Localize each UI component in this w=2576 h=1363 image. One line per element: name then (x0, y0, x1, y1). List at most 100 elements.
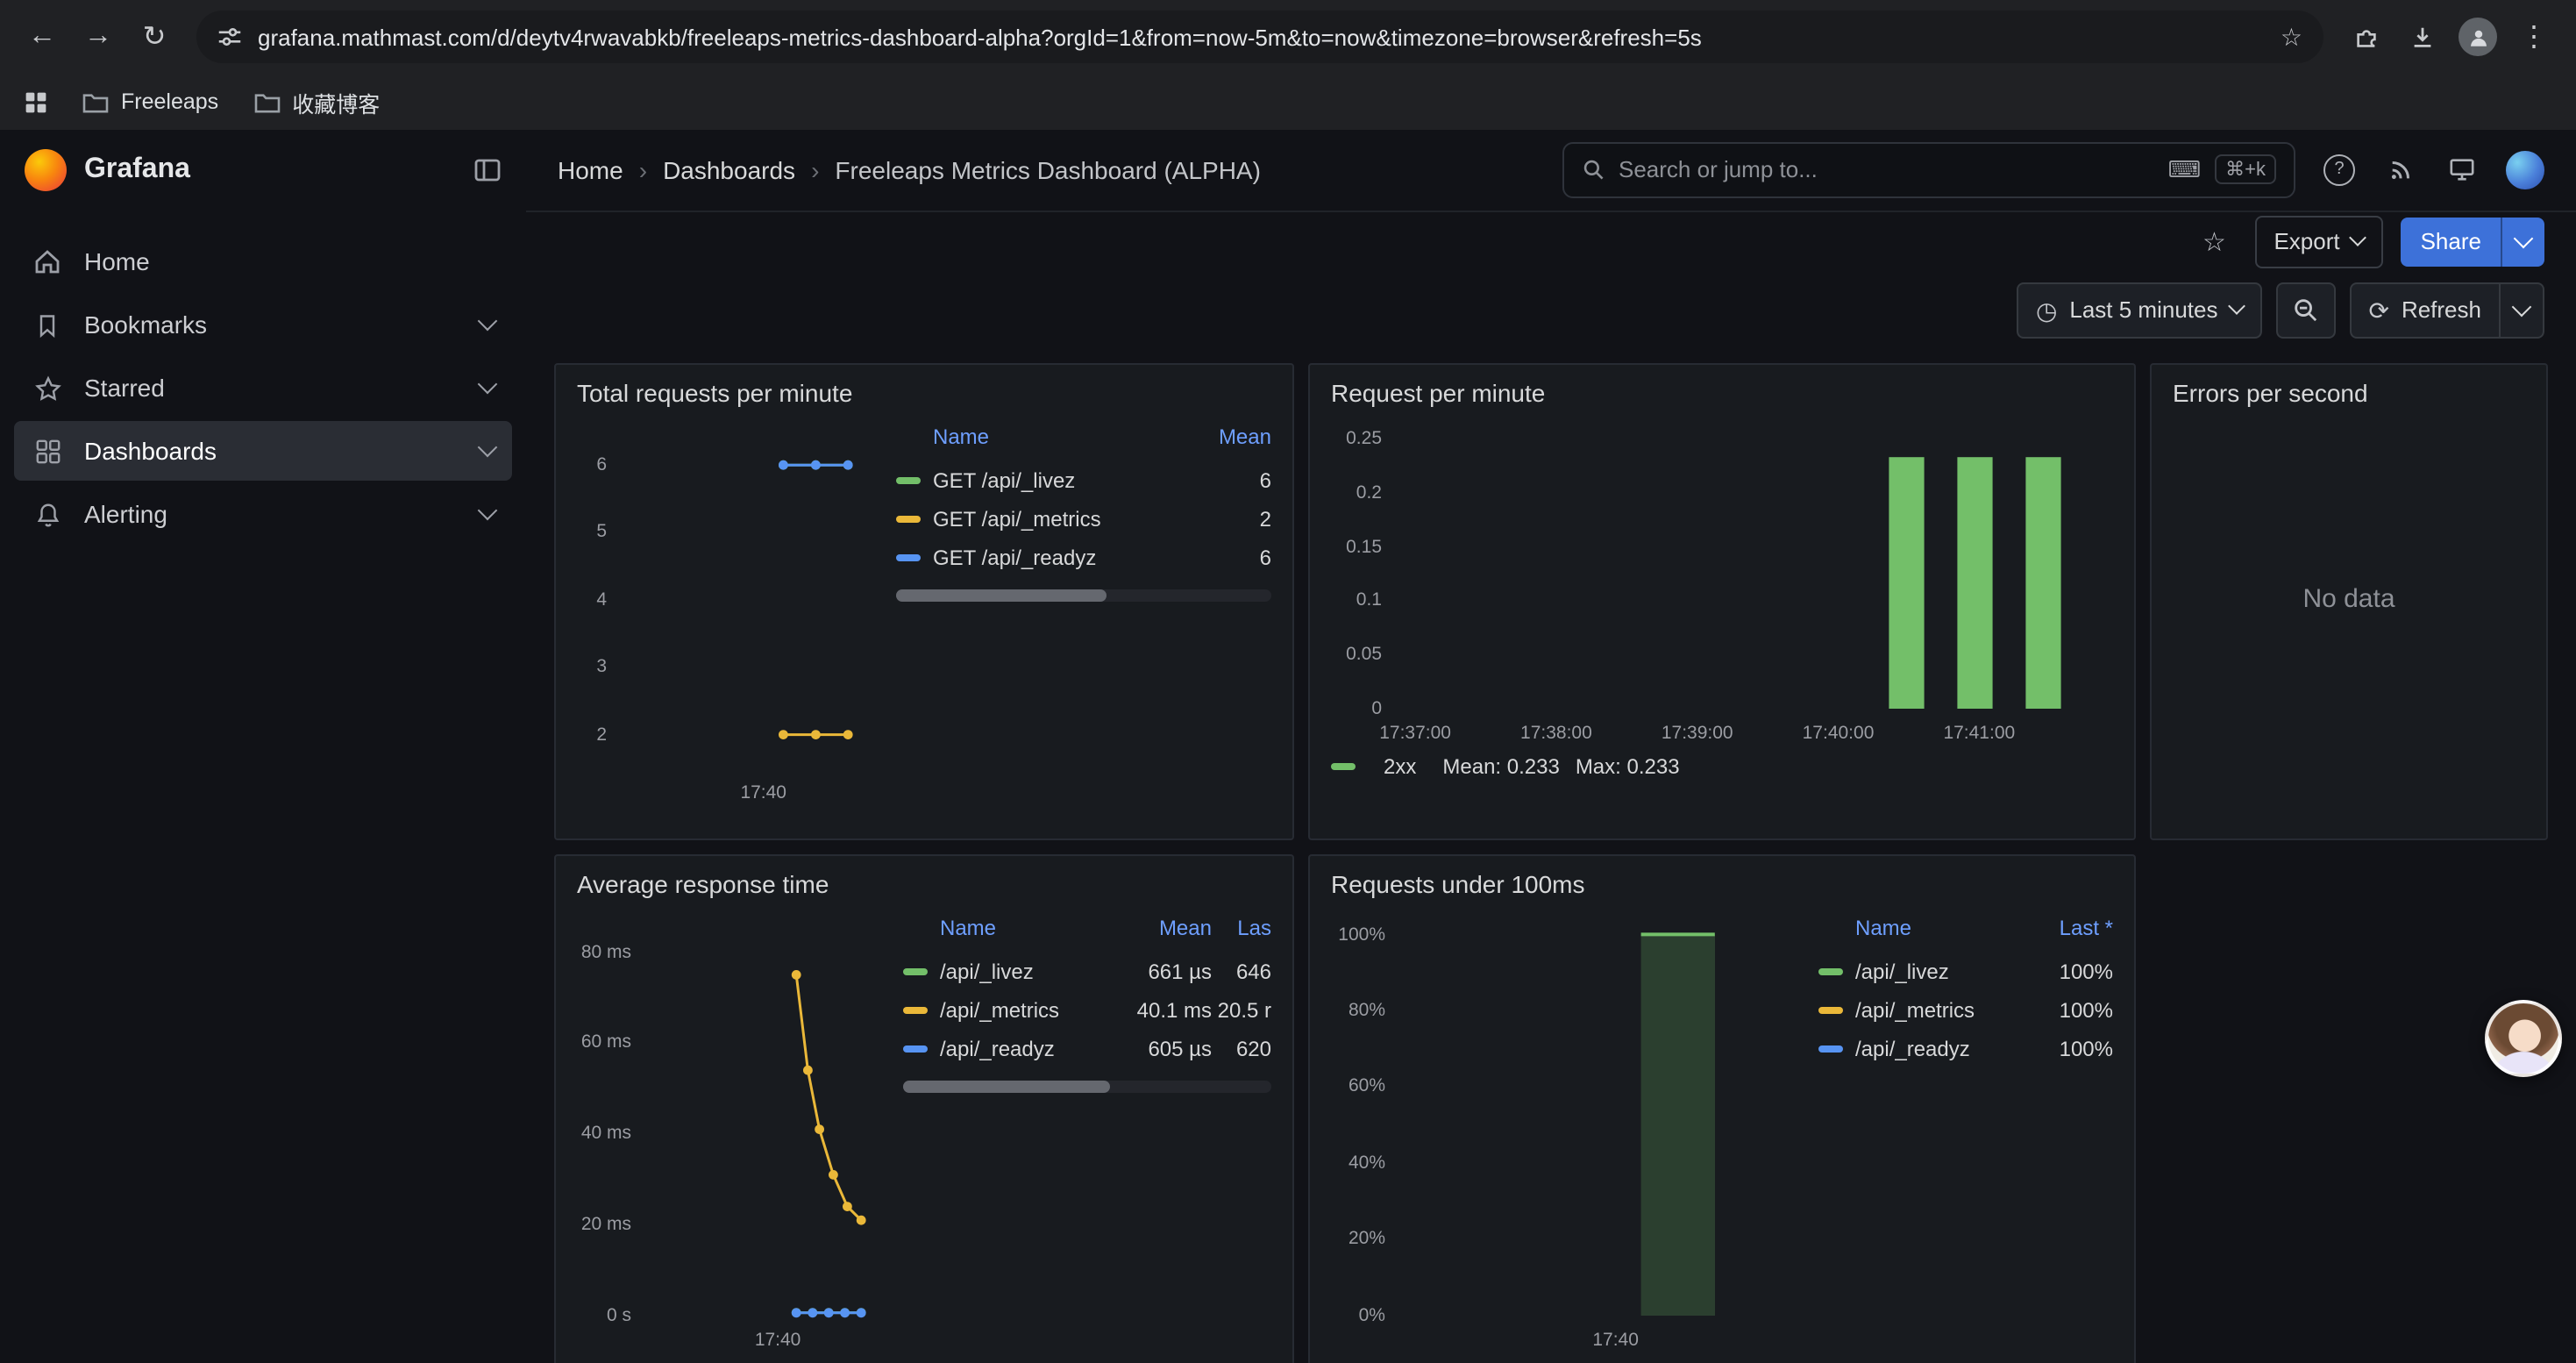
time-range-picker[interactable]: ◷ Last 5 minutes (2017, 282, 2262, 339)
menu-button[interactable]: ⋮ (2509, 12, 2558, 61)
series-name[interactable]: GET /api/_livez (933, 468, 1194, 493)
series-name[interactable]: /api/_metrics (940, 998, 1121, 1023)
browser-chrome: ← → ↻ grafana.mathmast.com/d/deytv4rwava… (0, 0, 2576, 130)
chevron-down-icon[interactable] (478, 311, 498, 332)
series-name[interactable]: /api/_livez (940, 960, 1121, 984)
sidebar-item-bookmarks[interactable]: Bookmarks (14, 295, 512, 354)
kiosk-mode-button[interactable] (2444, 153, 2480, 188)
legend-col-mean[interactable]: Mean (1121, 916, 1212, 940)
series-last: 100% (2036, 998, 2113, 1023)
legend-row[interactable]: GET /api/_metrics 2 (896, 500, 1271, 539)
breadcrumb-home[interactable]: Home (558, 156, 623, 184)
legend-col-name[interactable]: Name (1855, 916, 2036, 940)
apps-grid-icon[interactable] (25, 90, 47, 113)
panel-title[interactable]: Errors per second (2173, 379, 2525, 407)
bookmark-folder-blogs[interactable]: 收藏博客 (253, 85, 380, 118)
sidebar-item-dashboards[interactable]: Dashboards (14, 421, 512, 481)
series-name[interactable]: /api/_readyz (1855, 1037, 2036, 1061)
export-button[interactable]: Export (2254, 216, 2383, 268)
series-last: 100% (2036, 960, 2113, 984)
scrollbar-thumb[interactable] (903, 1081, 1109, 1093)
url-bar[interactable]: grafana.mathmast.com/d/deytv4rwavabkb/fr… (196, 11, 2323, 63)
kebab-menu-icon: ⋮ (2520, 19, 2548, 54)
panel-errors-per-second: Errors per second No data (2150, 363, 2548, 840)
legend-row[interactable]: GET /api/_livez 6 (896, 461, 1271, 500)
series-name[interactable]: /api/_metrics (1855, 998, 2036, 1023)
series-max: Max: 0.233 (1576, 754, 1680, 779)
legend-row[interactable]: /api/_readyz 100% (1818, 1030, 2113, 1068)
series-name[interactable]: GET /api/_metrics (933, 507, 1194, 532)
legend-row[interactable]: /api/_metrics 40.1 ms 20.5 r (903, 991, 1271, 1030)
legend-header[interactable]: Name Last * (1818, 912, 2113, 953)
sidebar-item-home[interactable]: Home (14, 232, 512, 291)
legend-row[interactable]: /api/_livez 661 µs 646 (903, 953, 1271, 991)
legend-scrollbar[interactable] (896, 589, 1271, 602)
dock-sidebar-icon[interactable] (473, 156, 502, 184)
sidebar-item-alerting[interactable]: Alerting (14, 484, 512, 544)
panel-title[interactable]: Request per minute (1331, 379, 2113, 407)
series-mean: 2 (1194, 507, 1271, 532)
back-icon: ← (28, 21, 56, 53)
legend-scrollbar[interactable] (903, 1081, 1271, 1093)
series-name[interactable]: GET /api/_readyz (933, 546, 1194, 570)
share-menu-button[interactable] (2501, 218, 2544, 267)
series-mean: 40.1 ms (1121, 998, 1212, 1023)
sidebar-item-starred[interactable]: Starred (14, 358, 512, 417)
chevron-down-icon[interactable] (478, 375, 498, 395)
refresh-button[interactable]: ⟳ Refresh (2349, 282, 2544, 339)
reload-button[interactable]: ↻ (130, 12, 179, 61)
series-name[interactable]: /api/_livez (1855, 960, 2036, 984)
legend-inline[interactable]: 2xx Mean: 0.233 Max: 0.233 (1331, 754, 2113, 779)
profile-button[interactable] (2453, 12, 2502, 61)
series-name[interactable]: 2xx (1384, 754, 1416, 779)
chevron-down-icon[interactable] (478, 501, 498, 521)
monitor-icon (2448, 157, 2476, 183)
brand-title: Grafana (84, 154, 456, 186)
help-button[interactable]: ? (2322, 153, 2357, 188)
panel-title[interactable]: Total requests per minute (577, 379, 1271, 407)
clock-icon: ◷ (2036, 298, 2057, 323)
user-avatar[interactable] (2506, 151, 2544, 189)
floating-assistant-avatar[interactable] (2485, 1000, 2562, 1077)
zoom-out-button[interactable] (2275, 282, 2335, 339)
extensions-button[interactable] (2341, 12, 2390, 61)
legend-col-name[interactable]: Name (933, 425, 1194, 449)
legend-col-last[interactable]: Las (1212, 916, 1271, 940)
dashboard-toolbar: ☆ Export Share (526, 212, 2576, 272)
downloads-button[interactable] (2397, 12, 2446, 61)
refresh-interval-button[interactable] (2499, 284, 2543, 337)
back-button[interactable]: ← (18, 12, 67, 61)
legend-row[interactable]: GET /api/_readyz 6 (896, 539, 1271, 577)
legend-header[interactable]: Name Mean Las (903, 912, 1271, 953)
bookmark-star-icon[interactable]: ☆ (2281, 22, 2302, 52)
grafana-logo[interactable] (25, 149, 67, 191)
panel-title[interactable]: Average response time (577, 870, 1271, 898)
share-button[interactable]: Share (2402, 218, 2544, 267)
favorite-dashboard-button[interactable]: ☆ (2191, 219, 2237, 265)
series-mean: 661 µs (1121, 960, 1212, 984)
forward-button[interactable]: → (74, 12, 123, 61)
bookmark-folder-freeleaps[interactable]: Freeleaps (82, 89, 218, 114)
refresh-main[interactable]: ⟳ Refresh (2351, 284, 2499, 337)
news-button[interactable] (2383, 153, 2418, 188)
share-label[interactable]: Share (2402, 218, 2501, 267)
series-name[interactable]: /api/_readyz (940, 1037, 1121, 1061)
panel-average-response-time: Average response time 80 ms60 ms40 ms20 … (554, 854, 1294, 1363)
breadcrumb-dashboards[interactable]: Dashboards (663, 156, 795, 184)
scrollbar-thumb[interactable] (896, 589, 1107, 602)
site-settings-icon[interactable] (217, 25, 242, 49)
chevron-down-icon[interactable] (478, 438, 498, 458)
legend-col-last[interactable]: Last * (2036, 916, 2113, 940)
legend-header[interactable]: Name Mean (896, 421, 1271, 461)
sidebar-item-label: Bookmarks (84, 310, 207, 339)
search-input[interactable]: Search or jump to... ⌨ ⌘+k (1562, 142, 2295, 198)
folder-icon (82, 90, 109, 113)
panel-title[interactable]: Requests under 100ms (1331, 870, 2113, 898)
legend-row[interactable]: /api/_livez 100% (1818, 953, 2113, 991)
breadcrumb: Home › Dashboards › Freeleaps Metrics Da… (558, 156, 1261, 184)
legend-col-name[interactable]: Name (940, 916, 1121, 940)
legend-col-mean[interactable]: Mean (1194, 425, 1271, 449)
legend-row[interactable]: /api/_metrics 100% (1818, 991, 2113, 1030)
export-label: Export (2274, 229, 2339, 255)
legend-row[interactable]: /api/_readyz 605 µs 620 (903, 1030, 1271, 1068)
